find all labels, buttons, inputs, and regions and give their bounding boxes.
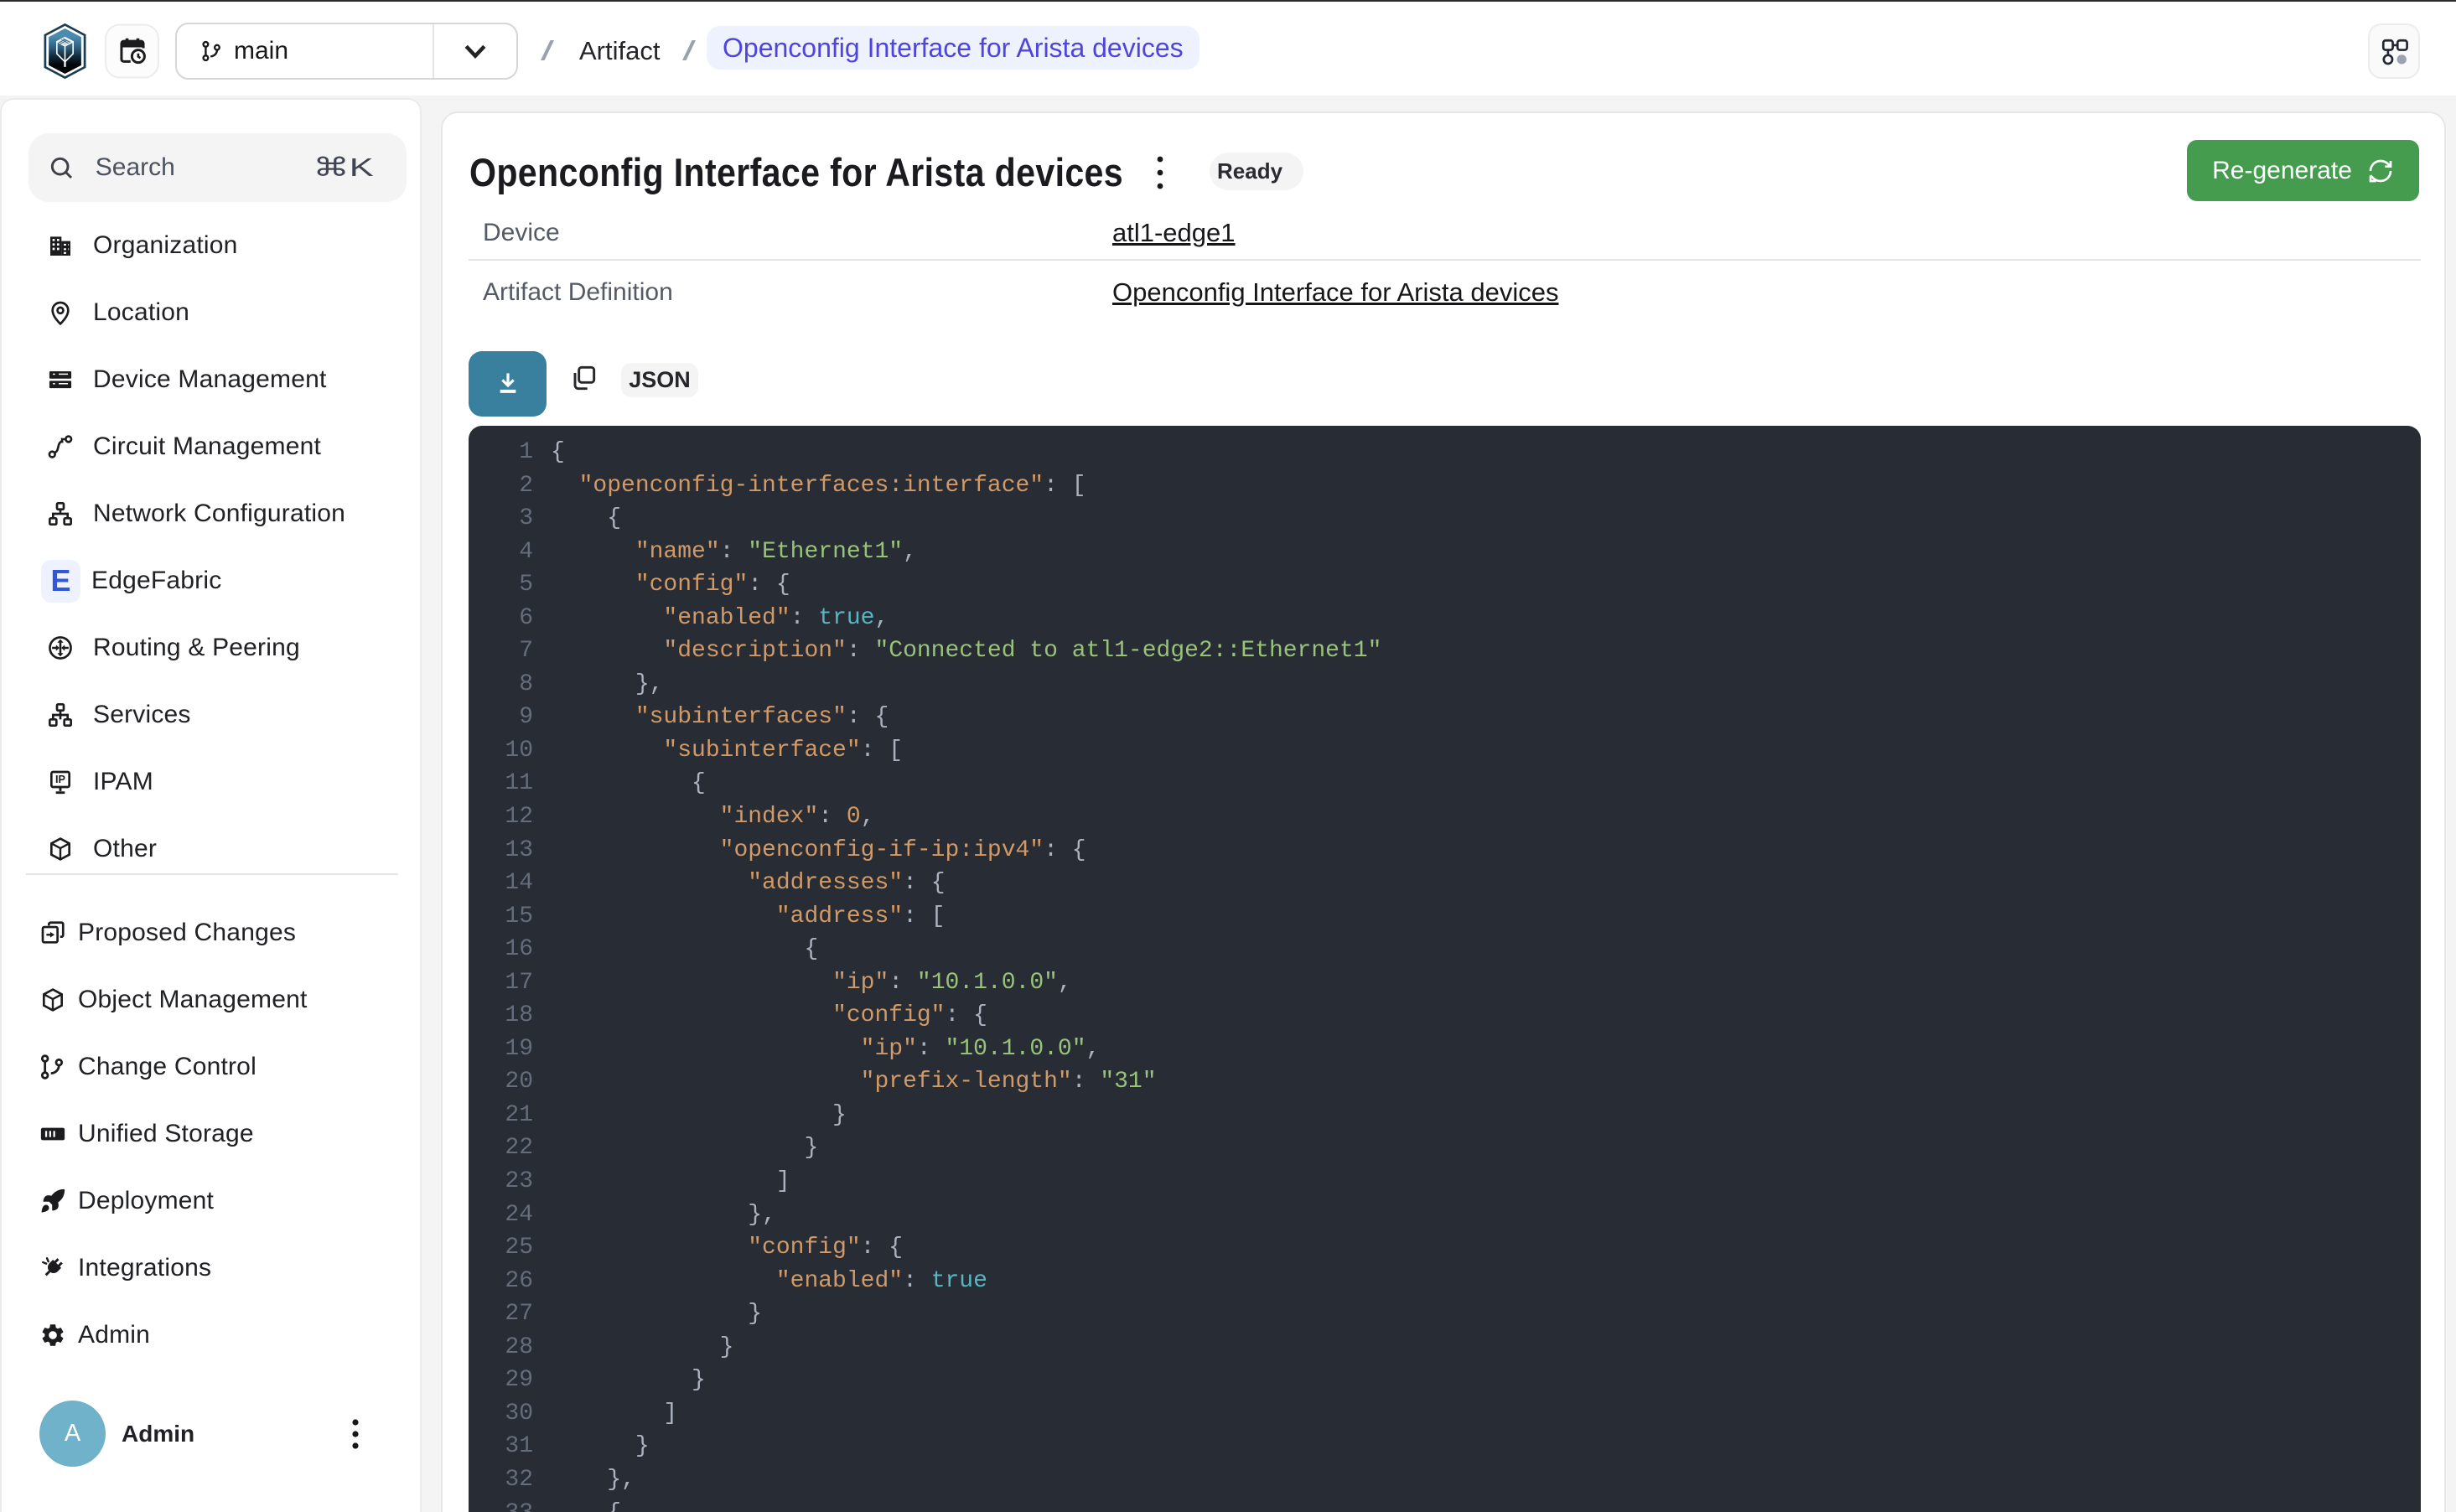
svg-text:IP: IP	[55, 774, 66, 785]
